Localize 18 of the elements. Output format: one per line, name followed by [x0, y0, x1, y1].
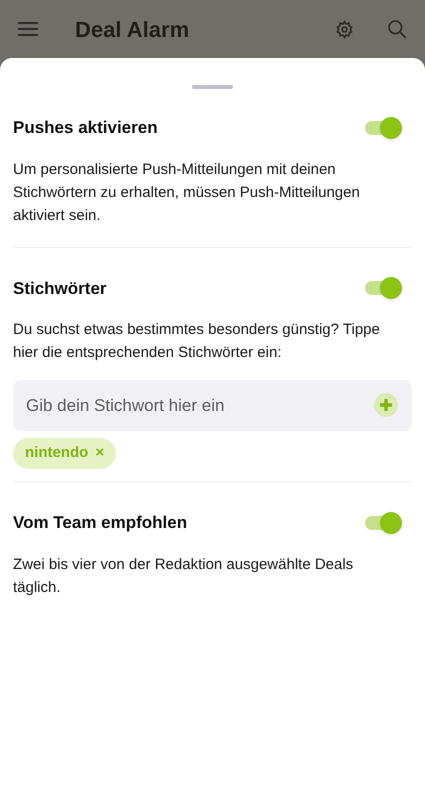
keyword-tag[interactable]: nintendo ×: [13, 438, 116, 469]
section-title: Vom Team empfohlen: [13, 512, 188, 534]
section-title: Stichwörter: [13, 278, 107, 300]
remove-button[interactable]: ×: [95, 442, 104, 465]
search-icon[interactable]: [387, 19, 407, 39]
add-icon[interactable]: [374, 393, 398, 417]
toggle-switch[interactable]: [365, 116, 402, 139]
settings-icon[interactable]: [335, 20, 354, 38]
section-title: Pushes aktivieren: [13, 117, 158, 139]
menu-icon[interactable]: [18, 22, 38, 36]
section-description: Zwei bis vier von der Redaktion ausgewählte Deals täglich.: [13, 554, 354, 598]
toggle-switch[interactable]: [365, 277, 402, 300]
keyword-input[interactable]: Gib dein Stichwort hier ein: [13, 380, 412, 431]
toggle-switch[interactable]: [365, 512, 402, 534]
section-description: Du suchst etwas bestimmtes besonders günstig? Tippe hier die entsprechenden Stichwörter ein:: [13, 320, 381, 363]
drag-handle[interactable]: [192, 85, 233, 89]
app-title: Deal Alarm: [75, 16, 190, 44]
section-description: Um personalisierte Push-Mitteilungen mit deinen Stichwörtern zu erhalten, müssen Push-Mitteilungen aktiviert sein.: [13, 160, 361, 226]
